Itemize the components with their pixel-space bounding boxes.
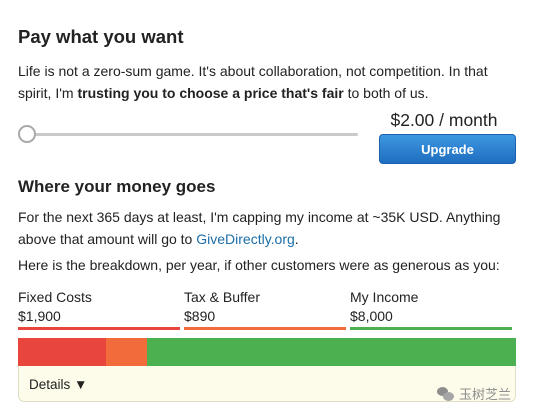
watermark: 玉树芝兰 bbox=[437, 384, 511, 403]
cap-text-part-2: . bbox=[294, 231, 299, 247]
givedirectly-link[interactable]: GiveDirectly.org bbox=[196, 231, 295, 247]
breakdown-tax-buffer: Tax & Buffer $890 bbox=[184, 288, 346, 330]
stack-segment-2 bbox=[146, 338, 516, 366]
breakdown-amount: $1,900 bbox=[18, 308, 61, 324]
breakdown-underline bbox=[350, 327, 512, 330]
intro-text: Life is not a zero-sum game. It's about … bbox=[18, 60, 518, 104]
breakdown-label: My Income bbox=[350, 289, 419, 305]
breakdown-stacked-bar bbox=[18, 338, 516, 366]
breakdown-fixed-costs: Fixed Costs $1,900 bbox=[18, 288, 180, 330]
stack-segment-0 bbox=[18, 338, 106, 366]
breakdown-amount: $8,000 bbox=[350, 308, 393, 324]
details-label[interactable]: Details ▼ bbox=[29, 377, 87, 392]
money-heading: Where your money goes bbox=[18, 177, 216, 196]
watermark-text: 玉树芝兰 bbox=[459, 387, 512, 402]
stack-segment-1 bbox=[105, 338, 147, 366]
wechat-icon bbox=[437, 386, 455, 402]
price-label: $2.00 / month bbox=[390, 110, 498, 130]
breakdown-underline bbox=[184, 327, 346, 330]
price-slider-handle[interactable] bbox=[18, 125, 36, 143]
page-heading: Pay what you want bbox=[18, 26, 184, 47]
intro-bold: trusting you to choose a price that's fa… bbox=[77, 85, 344, 101]
breakdown-amount: $890 bbox=[184, 308, 216, 324]
intro-part-2: to both of us. bbox=[343, 85, 429, 101]
income-cap-text: For the next 365 days at least, I'm capp… bbox=[18, 206, 523, 250]
upgrade-button[interactable]: Upgrade bbox=[379, 134, 516, 164]
breakdown-label: Fixed Costs bbox=[18, 289, 92, 305]
breakdown-label: Tax & Buffer bbox=[184, 289, 261, 305]
price-slider-track[interactable] bbox=[24, 133, 358, 136]
breakdown-intro: Here is the breakdown, per year, if othe… bbox=[18, 257, 500, 273]
breakdown-underline bbox=[18, 327, 180, 330]
breakdown-my-income: My Income $8,000 bbox=[350, 288, 512, 330]
